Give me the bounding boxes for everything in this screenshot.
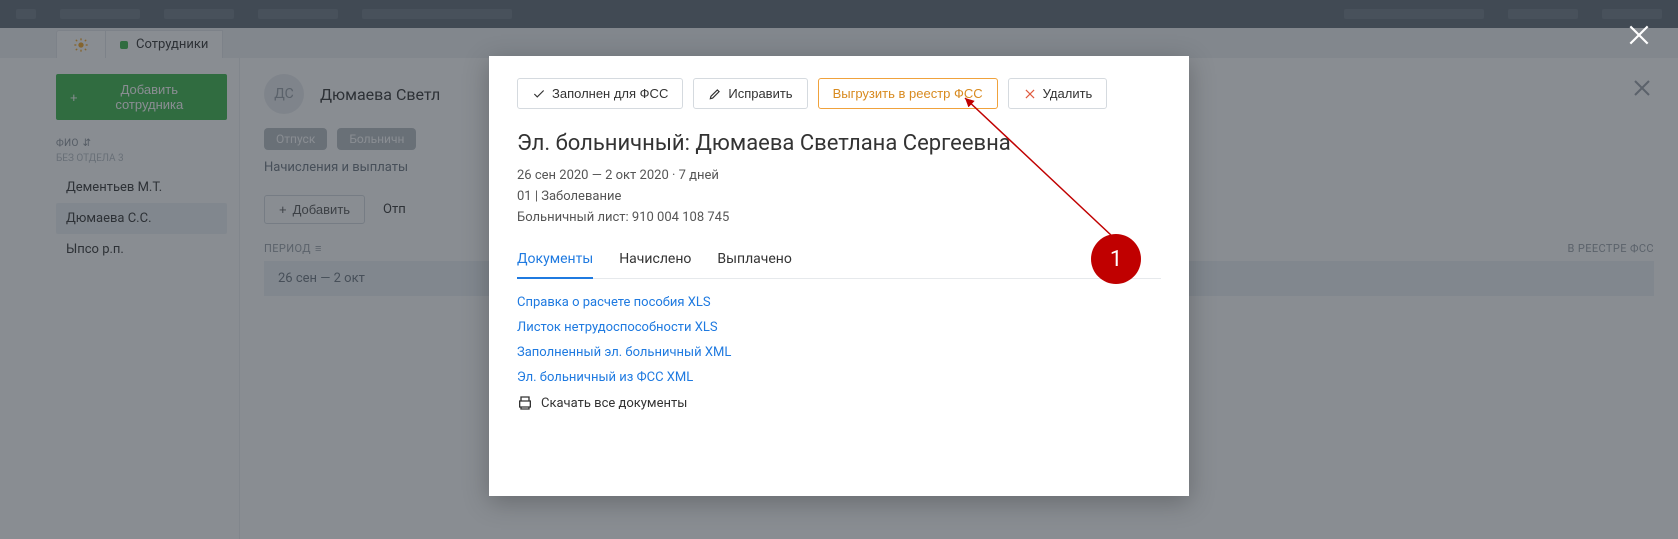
doc-link[interactable]: Листок нетрудоспособности XLS xyxy=(517,320,1161,335)
download-all-button[interactable]: Скачать все документы xyxy=(517,395,1161,411)
modal-tabs: Документы Начислено Выплачено xyxy=(517,243,1161,279)
printer-icon xyxy=(517,395,533,411)
doc-link[interactable]: Эл. больничный из ФСС XML xyxy=(517,370,1161,385)
filled-for-fss-button[interactable]: Заполнен для ФСС xyxy=(517,78,683,109)
modal-dates: 26 сен 2020 — 2 окт 2020 · 7 дней xyxy=(517,168,1161,183)
modal-title: Эл. больничный: Дюмаева Светлана Сергеев… xyxy=(517,131,1161,156)
delete-button[interactable]: Удалить xyxy=(1008,78,1108,109)
doc-link[interactable]: Справка о расчете пособия XLS xyxy=(517,295,1161,310)
doc-link[interactable]: Заполненный эл. больничный XML xyxy=(517,345,1161,360)
sick-leave-modal: Заполнен для ФСС Исправить Выгрузить в р… xyxy=(489,56,1189,496)
fix-button[interactable]: Исправить xyxy=(693,78,807,109)
x-icon xyxy=(1023,87,1037,101)
tab-paid[interactable]: Выплачено xyxy=(717,243,791,278)
tab-accrued[interactable]: Начислено xyxy=(619,243,691,278)
export-to-fss-button[interactable]: Выгрузить в реестр ФСС xyxy=(818,78,998,109)
annotation-marker: 1 xyxy=(1091,234,1141,284)
modal-reason: 01 | Заболевание xyxy=(517,189,1161,204)
modal-overlay: Заполнен для ФСС Исправить Выгрузить в р… xyxy=(0,0,1678,539)
close-icon xyxy=(1626,22,1652,48)
pencil-icon xyxy=(708,87,722,101)
modal-sheet-number: Больничный лист: 910 004 108 745 xyxy=(517,210,1161,225)
overlay-close-button[interactable] xyxy=(1626,22,1652,52)
check-icon xyxy=(532,87,546,101)
tab-documents[interactable]: Документы xyxy=(517,243,593,279)
